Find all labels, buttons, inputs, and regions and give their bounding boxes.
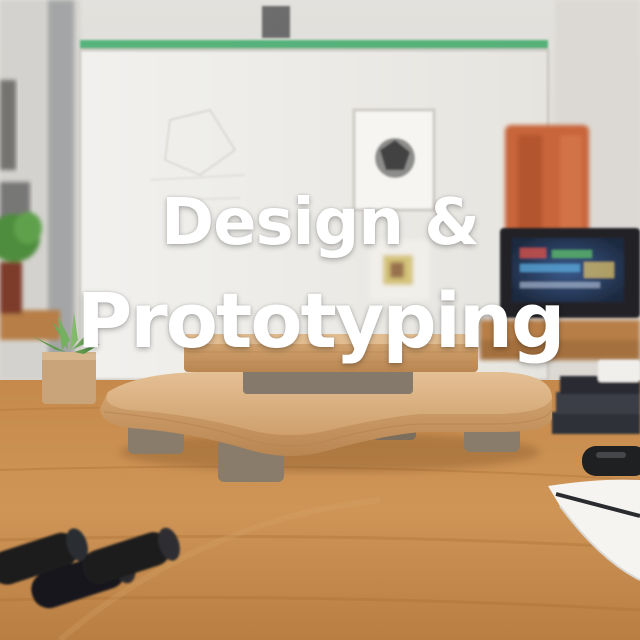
- headline-line-2: Prototyping: [76, 276, 566, 365]
- headline-line-1: Design &: [160, 186, 480, 260]
- marker-pen: [582, 446, 640, 476]
- photo-scene: Design & Prototyping: [0, 0, 640, 640]
